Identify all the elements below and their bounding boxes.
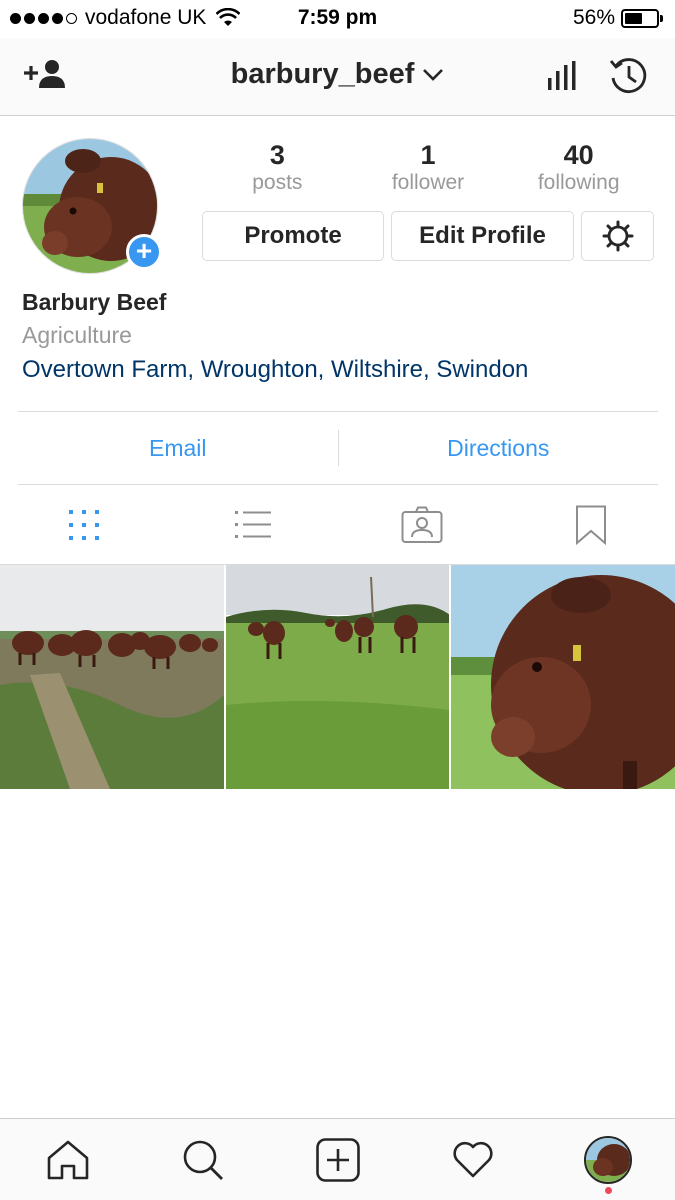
- status-bar: vodafone UK 7:59 pm 56%: [0, 0, 675, 38]
- add-story-icon[interactable]: +: [126, 234, 162, 270]
- directions-button[interactable]: Directions: [339, 435, 659, 462]
- add-post-icon: [315, 1137, 360, 1182]
- following-count[interactable]: 40 following: [503, 140, 654, 196]
- stat-value: 1: [420, 140, 436, 170]
- profile-location-link[interactable]: Overtown Farm, Wroughton, Wiltshire, Swi…: [22, 356, 528, 384]
- tagged-photos-icon: [401, 506, 443, 543]
- tab-new-post[interactable]: [270, 1119, 405, 1200]
- promote-button[interactable]: Promote: [202, 211, 384, 261]
- chevron-down-icon: [423, 68, 444, 81]
- profile-nav-bar: barbury_beef: [0, 38, 675, 116]
- profile-avatar-icon: [583, 1135, 632, 1184]
- stat-label: following: [537, 171, 620, 194]
- view-tabs: [0, 486, 675, 565]
- bookmark-icon: [575, 505, 606, 545]
- gear-icon: [602, 220, 633, 252]
- grid-icon: [69, 510, 100, 540]
- tab-activity[interactable]: [405, 1119, 540, 1200]
- tab-profile[interactable]: [540, 1119, 675, 1200]
- edit-profile-button[interactable]: Edit Profile: [391, 211, 574, 261]
- bar-chart-icon: [548, 61, 576, 90]
- profile-display-name: Barbury Beef: [22, 289, 167, 315]
- nav-username: barbury_beef: [230, 58, 415, 90]
- heart-icon: [452, 1141, 493, 1177]
- tab-home[interactable]: [0, 1119, 135, 1200]
- tab-search[interactable]: [135, 1119, 270, 1200]
- status-right: 56%: [573, 6, 663, 30]
- insights-button[interactable]: [546, 60, 580, 97]
- bottom-tab-bar: [0, 1118, 675, 1200]
- post-thumbnail[interactable]: [225, 565, 450, 789]
- stat-label: follower: [391, 171, 465, 194]
- photo-grid: [0, 565, 675, 789]
- profile-category: Agriculture: [22, 322, 132, 348]
- post-thumbnail[interactable]: [451, 565, 675, 789]
- followers-count[interactable]: 1 follower: [353, 140, 504, 196]
- list-icon: [235, 511, 272, 538]
- search-icon: [183, 1140, 223, 1180]
- home-icon: [47, 1140, 88, 1179]
- post-thumbnail[interactable]: [0, 565, 224, 789]
- tab-tagged-photos[interactable]: [338, 486, 507, 564]
- tab-list-view[interactable]: [169, 486, 338, 564]
- notification-dot: [604, 1187, 612, 1194]
- tab-grid-view[interactable]: [0, 486, 169, 564]
- profile-avatar[interactable]: +: [22, 138, 162, 274]
- stat-label: posts: [252, 171, 303, 194]
- battery-percent: 56%: [572, 6, 615, 29]
- history-clock-icon: [609, 58, 647, 93]
- stat-value: 3: [269, 140, 285, 170]
- tab-saved[interactable]: [506, 486, 675, 564]
- contact-bar: Email Directions: [18, 411, 658, 485]
- stat-value: 40: [563, 140, 594, 170]
- email-button[interactable]: Email: [18, 435, 338, 462]
- battery-icon: [621, 8, 663, 28]
- archive-button[interactable]: [608, 56, 650, 101]
- posts-count[interactable]: 3 posts: [202, 140, 353, 196]
- profile-stats: 3 posts 1 follower 40 following: [202, 140, 654, 196]
- settings-button[interactable]: [581, 211, 654, 261]
